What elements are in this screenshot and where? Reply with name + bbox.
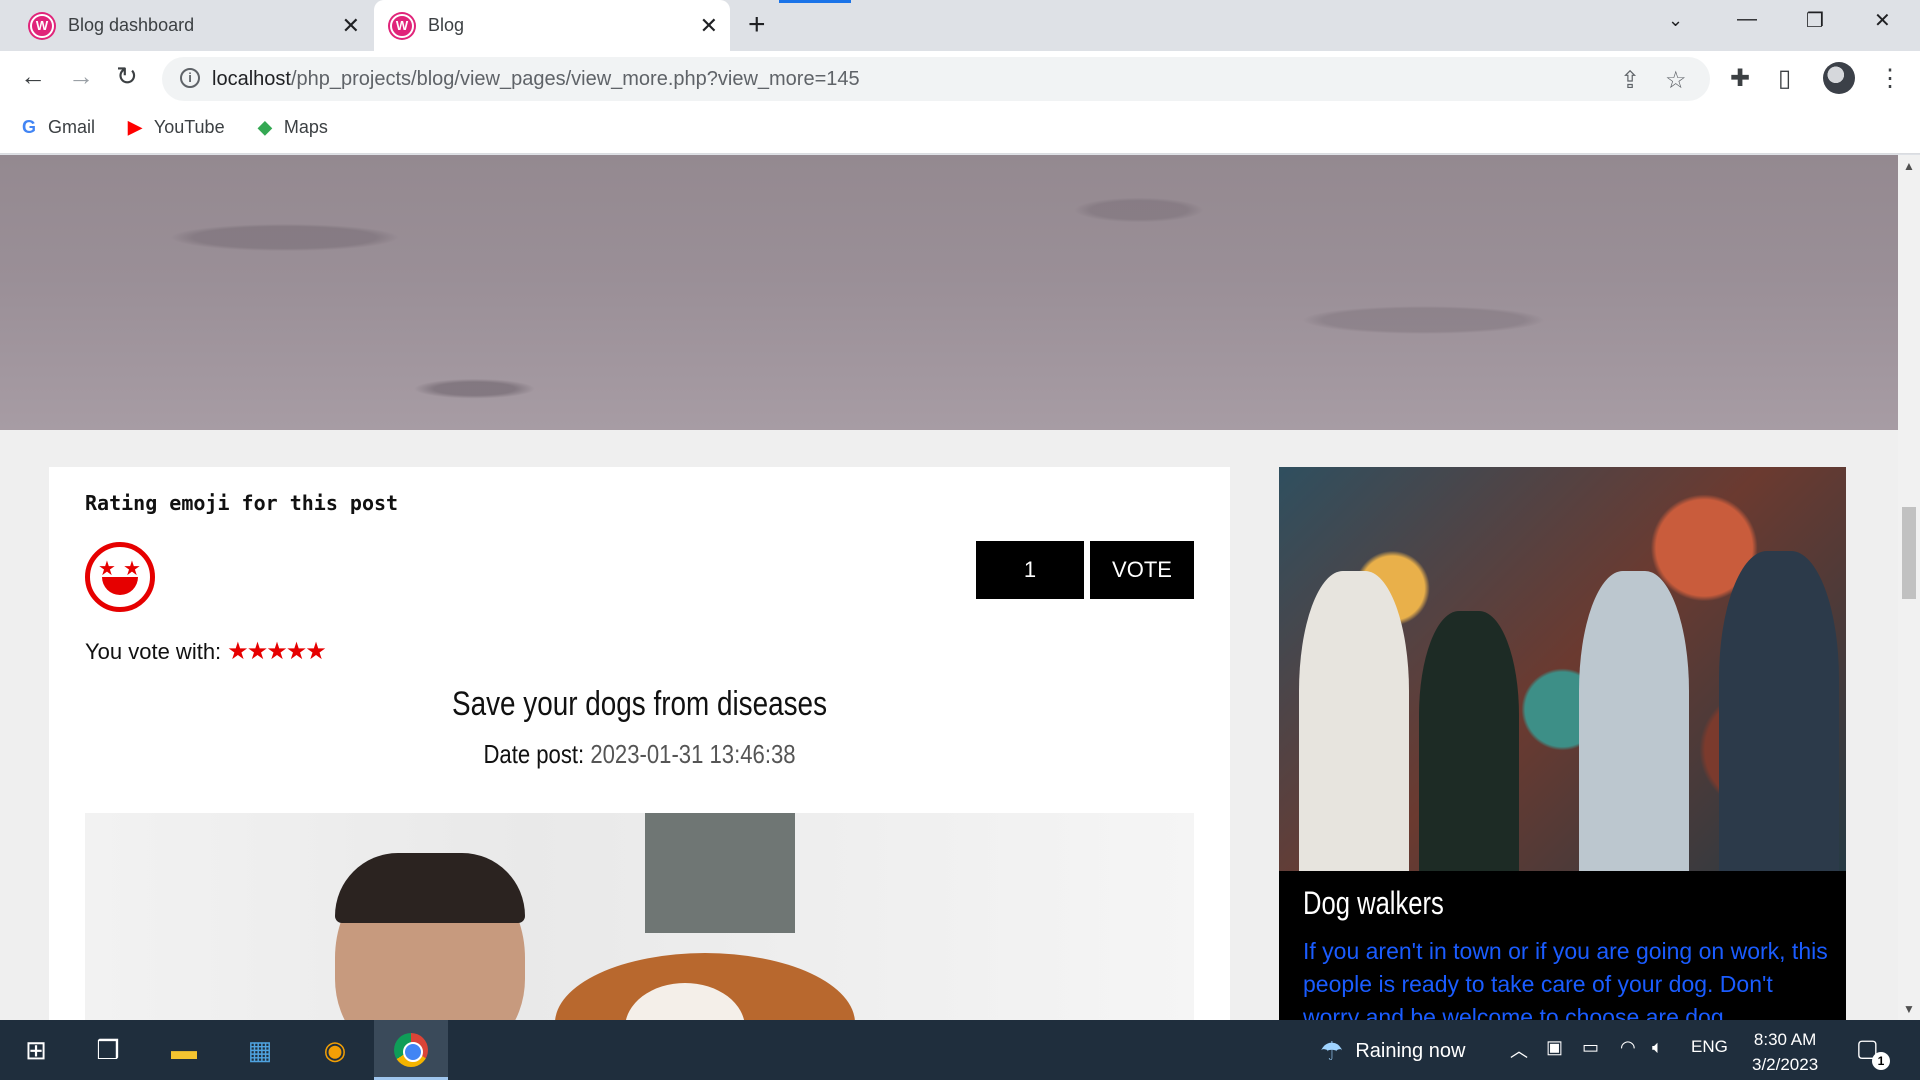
windows-taskbar: ⊞ ❒ ▬ ▦ ◉ ☂ Raining now ︿ ▣ ▭ ◠ 🔈︎ ENG 8… bbox=[0, 1020, 1920, 1080]
google-icon: G bbox=[22, 117, 37, 137]
show-hidden-icons-chevron-icon[interactable]: ︿ bbox=[1510, 1037, 1528, 1063]
file-explorer-icon[interactable]: ▬ bbox=[164, 1030, 204, 1070]
page-scrollbar[interactable]: ▲ ▼ bbox=[1898, 155, 1920, 1020]
post-image bbox=[85, 813, 1194, 1020]
vote-with-line: You vote with: ★★★★★ bbox=[85, 637, 327, 666]
rating-title: Rating emoji for this post bbox=[85, 491, 399, 515]
emoji-mouth bbox=[102, 577, 138, 595]
date-label: Date post: bbox=[483, 739, 585, 769]
card-description[interactable]: If you aren't in town or if you are goin… bbox=[1303, 935, 1833, 1020]
weather-text: Raining now bbox=[1355, 1040, 1466, 1062]
tab-search-chevron-icon[interactable]: ⌄ bbox=[1668, 10, 1683, 31]
new-tab-icon[interactable]: + bbox=[748, 8, 766, 42]
image-detail bbox=[1419, 611, 1519, 871]
vote-button[interactable]: VOTE bbox=[1090, 541, 1194, 599]
maps-icon: ◆ bbox=[258, 117, 272, 137]
clock-date: 3/2/2023 bbox=[1752, 1055, 1819, 1074]
window-close-icon[interactable]: ✕ bbox=[1874, 8, 1891, 33]
vote-with-label: You vote with: bbox=[85, 638, 222, 664]
loading-indicator bbox=[779, 0, 851, 3]
page-viewport: Rating emoji for this post ★ ★ 1 VOTE Yo… bbox=[0, 155, 1898, 1020]
scroll-up-arrow-icon[interactable]: ▲ bbox=[1903, 159, 1915, 173]
microsoft-store-icon[interactable]: ▦ bbox=[240, 1030, 280, 1070]
chrome-logo bbox=[394, 1033, 428, 1067]
youtube-icon: ▶ bbox=[128, 117, 142, 137]
hero-image bbox=[0, 155, 1898, 430]
bookmark-label: Gmail bbox=[48, 117, 96, 137]
clock-time: 8:30 AM bbox=[1753, 1030, 1817, 1049]
image-detail bbox=[1579, 571, 1689, 871]
close-tab-icon[interactable]: ✕ bbox=[700, 13, 718, 39]
bookmarks-bar: G Gmail ▶ YouTube ◆ Maps bbox=[0, 107, 1920, 154]
site-favicon-icon: W bbox=[30, 13, 54, 38]
close-tab-icon[interactable]: ✕ bbox=[342, 13, 360, 39]
star-eyes-emoji-icon[interactable]: ★ ★ bbox=[85, 542, 155, 612]
bookmark-label: Maps bbox=[283, 117, 328, 137]
date-value: 2023-01-31 13:46:38 bbox=[590, 739, 796, 769]
image-detail bbox=[645, 813, 795, 933]
sidebar-card-dog-walkers[interactable]: Dog walkers If you aren't in town or if … bbox=[1279, 467, 1846, 1020]
extensions-puzzle-icon[interactable]: ✚ bbox=[1730, 64, 1750, 93]
tab-blog-dashboard[interactable]: W Blog dashboard ✕ bbox=[12, 0, 372, 51]
meet-now-icon[interactable]: ▣ bbox=[1546, 1037, 1563, 1058]
tab-blog[interactable]: W Blog ✕ bbox=[374, 0, 730, 51]
tab-title: Blog bbox=[428, 15, 465, 35]
site-favicon-icon: W bbox=[390, 13, 414, 38]
image-detail bbox=[1299, 571, 1409, 871]
scroll-thumb[interactable] bbox=[1902, 507, 1916, 599]
reload-icon[interactable]: ↻ bbox=[116, 61, 138, 92]
chrome-icon[interactable] bbox=[391, 1030, 431, 1070]
image-detail bbox=[335, 853, 525, 923]
post-date: Date post: 2023-01-31 13:46:38 bbox=[138, 739, 1142, 770]
scroll-down-arrow-icon[interactable]: ▼ bbox=[1903, 1002, 1915, 1016]
task-view-icon[interactable]: ❒ bbox=[88, 1030, 128, 1070]
card-title: Dog walkers bbox=[1303, 885, 1444, 921]
image-detail bbox=[1719, 551, 1839, 871]
minimize-icon[interactable]: — bbox=[1737, 8, 1757, 31]
tab-strip: W Blog dashboard ✕ W Blog ✕ + ⌄ — ❐ ✕ bbox=[0, 0, 1920, 51]
star-eye-icon: ★ bbox=[98, 558, 116, 580]
browser-app-icon[interactable]: ◉ bbox=[315, 1030, 355, 1070]
wifi-icon[interactable]: ◠ bbox=[1620, 1037, 1636, 1058]
taskbar-clock[interactable]: 8:30 AM 3/2/2023 bbox=[1752, 1027, 1818, 1077]
weather-widget[interactable]: ☂ Raining now bbox=[1320, 1036, 1465, 1067]
umbrella-rain-icon: ☂ bbox=[1320, 1036, 1344, 1066]
share-icon[interactable]: ⇪ bbox=[1620, 66, 1640, 95]
side-panel-icon[interactable]: ▯ bbox=[1778, 64, 1791, 93]
forward-icon[interactable]: → bbox=[68, 61, 94, 92]
menu-kebab-icon[interactable]: ⋮ bbox=[1878, 64, 1902, 93]
star-eye-icon: ★ bbox=[123, 558, 141, 580]
url-text[interactable]: localhost/php_projects/blog/view_pages/v… bbox=[212, 68, 860, 91]
bookmark-label: YouTube bbox=[153, 117, 225, 137]
bookmark-gmail[interactable]: G Gmail bbox=[22, 117, 95, 138]
tab-title: Blog dashboard bbox=[68, 15, 195, 35]
back-icon[interactable]: ← bbox=[20, 61, 46, 92]
battery-icon[interactable]: ▭ bbox=[1582, 1037, 1599, 1058]
post-card: Rating emoji for this post ★ ★ 1 VOTE Yo… bbox=[49, 467, 1230, 1020]
post-title: Save your dogs from diseases bbox=[451, 685, 828, 723]
restore-icon[interactable]: ❐ bbox=[1806, 8, 1824, 33]
language-indicator[interactable]: ENG bbox=[1691, 1037, 1728, 1057]
bookmark-maps[interactable]: ◆ Maps bbox=[258, 117, 328, 138]
browser-toolbar: ← → ↻ i localhost/php_projects/blog/view… bbox=[0, 51, 1920, 107]
profile-avatar[interactable] bbox=[1823, 62, 1855, 94]
windows-start-icon[interactable]: ⊞ bbox=[16, 1030, 56, 1070]
url-host: localhost bbox=[212, 68, 291, 90]
url-path: /php_projects/blog/view_pages/view_more.… bbox=[290, 68, 860, 90]
volume-icon[interactable]: 🔈︎ bbox=[1652, 1037, 1663, 1058]
vote-count: 1 bbox=[976, 541, 1084, 599]
bookmark-star-icon[interactable]: ☆ bbox=[1665, 66, 1687, 95]
star-rating-icon: ★★★★★ bbox=[227, 638, 327, 665]
site-info-icon[interactable]: i bbox=[180, 68, 200, 88]
bookmark-youtube[interactable]: ▶ YouTube bbox=[128, 117, 225, 138]
dog-walkers-image bbox=[1279, 467, 1846, 871]
notification-count-badge: 1 bbox=[1872, 1052, 1890, 1070]
address-bar[interactable]: i localhost/php_projects/blog/view_pages… bbox=[162, 57, 1710, 101]
